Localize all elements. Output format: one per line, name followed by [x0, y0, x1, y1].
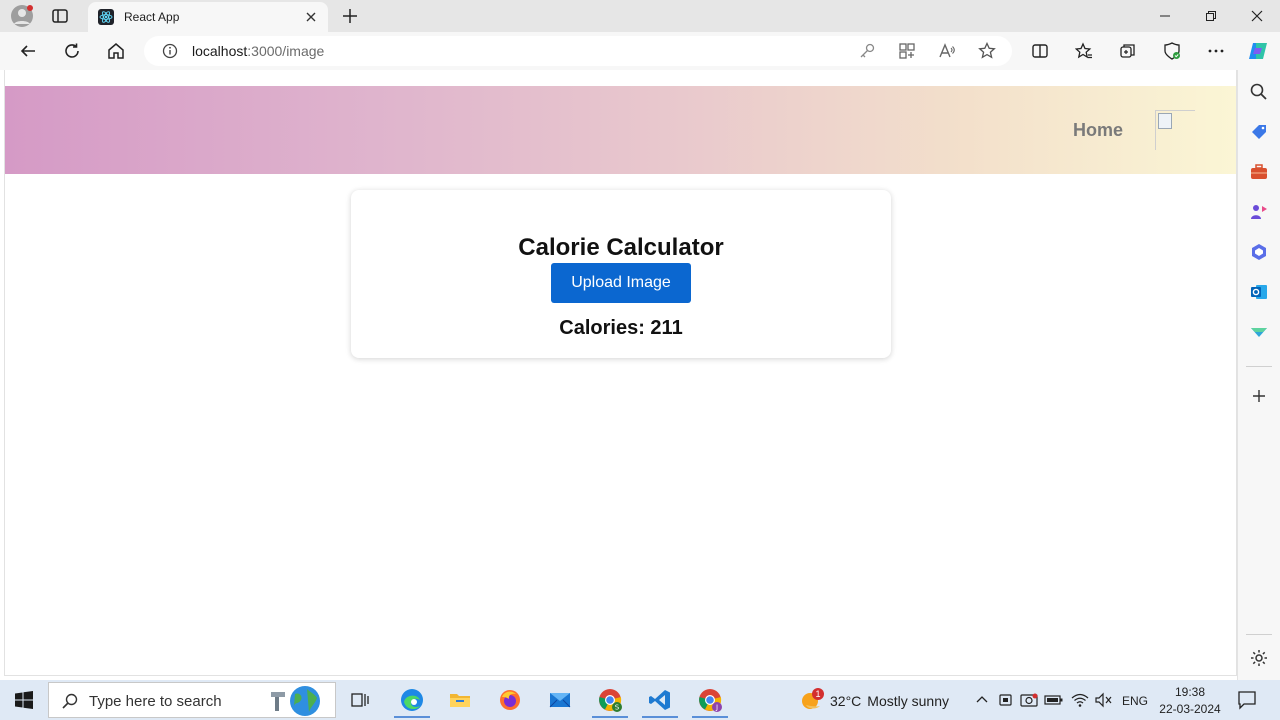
- profile-image[interactable]: [1155, 110, 1195, 150]
- page-viewport: Home Calorie Calculator Upload Image Cal…: [4, 70, 1237, 676]
- svg-text:J: J: [715, 704, 718, 712]
- taskbar-search-placeholder: Type here to search: [89, 693, 222, 710]
- shopping-tag-icon[interactable]: [1249, 122, 1269, 142]
- browser-essentials-icon[interactable]: [1158, 37, 1186, 65]
- meet-now-icon[interactable]: [998, 692, 1016, 708]
- taskbar-chrome-profile-j-icon[interactable]: J: [688, 682, 732, 718]
- copilot-icon[interactable]: [1244, 37, 1272, 65]
- svg-text:S: S: [615, 704, 620, 712]
- search-highlight-globe-icon: [269, 684, 327, 718]
- app-available-icon[interactable]: [898, 42, 916, 60]
- taskbar-edge-icon[interactable]: [390, 682, 434, 718]
- notifications-icon[interactable]: [1236, 689, 1258, 711]
- task-view-icon[interactable]: [338, 682, 382, 718]
- close-tab-icon[interactable]: [304, 10, 318, 24]
- workspaces-icon[interactable]: [50, 6, 70, 26]
- weather-badge: 1: [812, 688, 824, 700]
- taskbar-file-explorer-icon[interactable]: [438, 682, 482, 718]
- url-text: localhost:3000/image: [192, 43, 324, 59]
- home-icon[interactable]: [102, 37, 130, 65]
- taskbar-search-icon: [61, 692, 79, 710]
- active-tab[interactable]: React App: [88, 2, 328, 32]
- tools-briefcase-icon[interactable]: [1249, 162, 1269, 182]
- nav-home-link[interactable]: Home: [1073, 120, 1123, 141]
- weather-widget[interactable]: 1 32°C Mostly sunny: [800, 688, 949, 712]
- collections-icon[interactable]: [1114, 37, 1142, 65]
- clock-time: 19:38: [1174, 685, 1206, 699]
- favorite-star-icon[interactable]: [978, 42, 996, 60]
- camera-tray-icon[interactable]: [1020, 692, 1038, 708]
- games-icon[interactable]: [1249, 202, 1269, 222]
- more-options-icon[interactable]: [1202, 37, 1230, 65]
- sidebar-divider-bottom: [1246, 634, 1272, 635]
- edge-sidebar: [1237, 70, 1280, 682]
- calorie-card: Calorie Calculator Upload Image Calories…: [351, 190, 891, 358]
- app-header-banner: Home: [5, 86, 1236, 174]
- restore-icon[interactable]: [1188, 0, 1234, 32]
- tab-title: React App: [124, 10, 180, 24]
- react-logo-icon: [98, 9, 114, 25]
- url-path: :3000/image: [247, 43, 325, 59]
- volume-muted-icon[interactable]: [1094, 692, 1112, 708]
- microsoft-365-icon[interactable]: [1249, 242, 1269, 262]
- taskbar-clock[interactable]: 19:38 22-03-2024: [1150, 684, 1230, 718]
- key-icon[interactable]: [858, 42, 876, 60]
- address-bar[interactable]: localhost:3000/image: [144, 36, 1012, 66]
- sidebar-settings-gear-icon[interactable]: [1249, 648, 1269, 668]
- url-host: localhost: [192, 43, 248, 59]
- taskbar-vscode-icon[interactable]: [638, 682, 682, 718]
- drop-icon[interactable]: [1249, 322, 1269, 342]
- close-window-icon[interactable]: [1234, 0, 1280, 32]
- sun-cloud-icon: 1: [800, 688, 824, 712]
- battery-icon[interactable]: [1044, 692, 1064, 708]
- search-icon[interactable]: [1249, 82, 1269, 102]
- new-tab-icon[interactable]: [340, 6, 360, 26]
- upload-image-button[interactable]: Upload Image: [551, 263, 691, 303]
- read-aloud-icon[interactable]: [938, 42, 956, 60]
- taskbar-search-box[interactable]: Type here to search: [48, 682, 336, 718]
- card-title: Calorie Calculator: [518, 234, 724, 261]
- minimize-icon[interactable]: [1142, 0, 1188, 32]
- weather-temp: 32°C: [830, 693, 862, 709]
- profile-avatar-icon[interactable]: [10, 4, 34, 28]
- language-text: ENG: [1122, 694, 1149, 708]
- show-hidden-icons-chevron-icon[interactable]: [974, 692, 990, 708]
- clock-date: 22-03-2024: [1159, 702, 1221, 716]
- taskbar-firefox-icon[interactable]: [488, 682, 532, 718]
- outlook-icon[interactable]: [1249, 282, 1269, 302]
- windows-start-icon[interactable]: [14, 690, 34, 710]
- taskbar-chrome-profile-s-icon[interactable]: S: [588, 682, 632, 718]
- taskbar-mail-icon[interactable]: [538, 682, 582, 718]
- split-screen-icon[interactable]: [1026, 37, 1054, 65]
- site-info-icon[interactable]: [162, 43, 178, 59]
- weather-condition: Mostly sunny: [867, 693, 949, 709]
- broken-image-icon: [1158, 113, 1172, 129]
- favorites-icon[interactable]: [1070, 37, 1098, 65]
- add-sidebar-app-icon[interactable]: [1249, 386, 1269, 406]
- sidebar-divider: [1246, 366, 1272, 367]
- wifi-icon[interactable]: [1070, 692, 1090, 708]
- refresh-icon[interactable]: [58, 37, 86, 65]
- back-icon[interactable]: [14, 37, 42, 65]
- language-indicator[interactable]: ENG: [1122, 692, 1148, 710]
- calories-result: Calories: 211: [559, 317, 683, 339]
